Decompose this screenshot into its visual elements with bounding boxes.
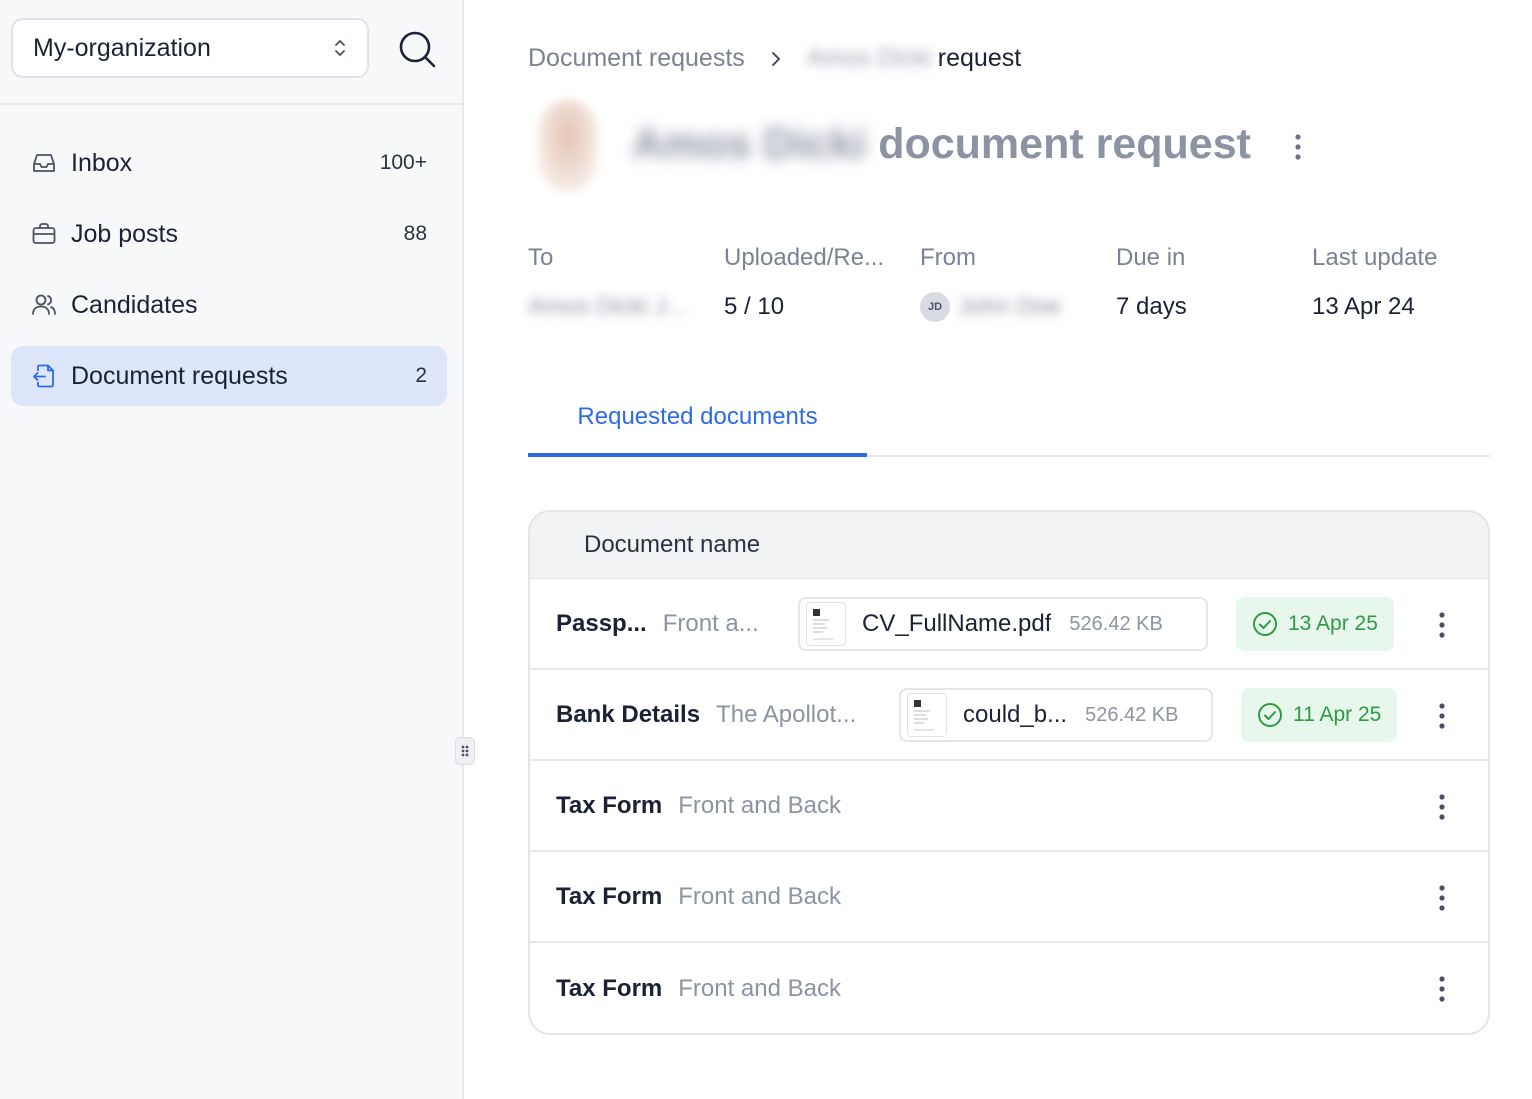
meta-uploaded-label: Uploaded/Re...: [724, 244, 885, 271]
file-thumbnail: [907, 693, 947, 737]
document-description: Front and Back: [678, 974, 841, 1002]
sidebar-item-count: 88: [403, 222, 427, 245]
document-name: Passp...: [556, 609, 647, 637]
status-date: 11 Apr 25: [1293, 703, 1382, 726]
file-preview-icon: [813, 609, 833, 640]
chevron-right-icon: [771, 51, 780, 66]
more-options-icon[interactable]: [1430, 881, 1454, 915]
table-header: Document name: [530, 512, 1488, 579]
page-title-candidate-name: Amos Dicki: [632, 120, 867, 168]
briefcase-icon: [32, 223, 56, 244]
status-badge: 11 Apr 25: [1241, 688, 1398, 742]
sidebar-item-candidates[interactable]: Candidates: [11, 275, 447, 335]
document-name: Tax Form: [556, 974, 663, 1002]
sidebar-item-label: Candidates: [71, 290, 198, 319]
file-name: CV_FullName.pdf: [862, 610, 1052, 637]
document-description: Front and Back: [678, 882, 841, 910]
users-icon: [32, 294, 56, 315]
table-row[interactable]: Tax Form Front and Back: [530, 852, 1488, 943]
page-title-suffix: document request: [878, 120, 1251, 168]
check-circle-icon: [1258, 703, 1282, 727]
file-size: 526.42 KB: [1085, 703, 1179, 726]
candidate-avatar: [538, 100, 598, 192]
column-header-document-name: Document name: [584, 531, 761, 558]
chevron-up-down-icon: [335, 40, 345, 56]
page-title: Amos Dicki document request: [632, 120, 1251, 169]
table-row[interactable]: Tax Form Front and Back: [530, 761, 1488, 852]
meta-last-update-label: Last update: [1312, 244, 1438, 271]
file-attachment[interactable]: CV_FullName.pdf 526.42 KB: [798, 597, 1208, 651]
breadcrumb-current-suffix: request: [937, 44, 1022, 72]
meta-to: To Amos Dicki J...: [528, 244, 724, 322]
meta-from: From JD John Doe: [920, 244, 1116, 322]
meta-to-value-wrap: Amos Dicki J...: [528, 292, 724, 322]
sidebar-item-job-posts[interactable]: Job posts 88: [11, 204, 447, 264]
search-icon[interactable]: [396, 28, 438, 70]
meta-due-label: Due in: [1116, 244, 1186, 271]
meta-from-value-wrap: JD John Doe: [920, 292, 1116, 322]
more-options-icon[interactable]: [1430, 699, 1454, 733]
table-row[interactable]: Tax Form Front and Back: [530, 943, 1488, 1033]
document-description: Front a...: [662, 609, 759, 637]
document-name: Bank Details: [556, 700, 701, 728]
sidebar-nav: Inbox 100+ Job posts 88 Candidates Docum…: [11, 133, 447, 417]
status-date: 13 Apr 25: [1288, 612, 1378, 635]
sidebar-divider: [0, 103, 462, 105]
document-description: The Apollot...: [716, 700, 857, 728]
document-description: Front and Back: [678, 791, 841, 819]
check-circle-icon: [1253, 612, 1277, 636]
more-options-icon[interactable]: [1430, 608, 1454, 642]
sidebar-item-count: 2: [415, 364, 427, 387]
documents-table: Document name Passp... Front a... CV_Ful…: [528, 510, 1490, 1035]
file-thumbnail: [806, 602, 846, 646]
document-request-icon: [33, 364, 54, 388]
meta-to-label: To: [528, 244, 554, 271]
organization-name: My-organization: [33, 33, 211, 62]
sidebar-item-document-requests[interactable]: Document requests 2: [11, 346, 447, 406]
sidebar-item-label: Document requests: [71, 361, 288, 390]
more-options-icon[interactable]: [1430, 972, 1454, 1006]
inbox-icon: [33, 154, 55, 172]
file-preview-icon: [914, 700, 934, 731]
main-content: Document requests Amos Dicki request Amo…: [464, 0, 1532, 1099]
sidebar-item-label: Inbox: [71, 148, 133, 177]
tabs: Requested documents: [528, 380, 1490, 457]
meta-to-value: Amos Dicki J...: [528, 293, 687, 320]
breadcrumb: Document requests Amos Dicki request: [528, 44, 1021, 73]
meta-from-name: John Doe: [958, 293, 1061, 320]
file-name: could_b...: [963, 701, 1068, 728]
more-options-icon[interactable]: [1286, 130, 1310, 164]
meta-last-update-value: 13 Apr 24: [1312, 293, 1415, 320]
sidebar-item-inbox[interactable]: Inbox 100+: [11, 133, 447, 193]
file-attachment[interactable]: could_b... 526.42 KB: [899, 688, 1213, 742]
meta-due: Due in 7 days: [1116, 244, 1312, 322]
breadcrumb-candidate-name: Amos Dicki: [806, 44, 932, 72]
table-row[interactable]: Bank Details The Apollot... could_b... 5…: [530, 670, 1488, 761]
tab-requested-documents[interactable]: Requested documents: [528, 380, 867, 457]
sidebar-item-count: 100+: [379, 151, 427, 174]
more-options-icon[interactable]: [1430, 790, 1454, 824]
status-badge: 13 Apr 25: [1236, 597, 1394, 651]
breadcrumb-document-requests[interactable]: Document requests: [528, 44, 745, 73]
meta-uploaded: Uploaded/Re... 5 / 10: [724, 244, 920, 322]
avatar: JD: [920, 292, 950, 322]
sidebar: My-organization Inbox 100+ Job posts 88 …: [0, 0, 464, 1099]
request-meta: To Amos Dicki J... Uploaded/Re... 5 / 10…: [528, 244, 1508, 322]
meta-last-update: Last update 13 Apr 24: [1312, 244, 1508, 322]
organization-selector[interactable]: My-organization: [11, 18, 369, 78]
meta-uploaded-value: 5 / 10: [724, 293, 785, 320]
meta-due-value: 7 days: [1116, 293, 1187, 320]
breadcrumb-current: Amos Dicki request: [807, 44, 1021, 73]
sidebar-item-label: Job posts: [71, 219, 179, 248]
document-name: Tax Form: [556, 791, 663, 819]
meta-from-label: From: [920, 244, 976, 271]
document-name: Tax Form: [556, 882, 663, 910]
file-size: 526.42 KB: [1069, 612, 1163, 635]
table-row[interactable]: Passp... Front a... CV_FullName.pdf 526.…: [530, 579, 1488, 670]
